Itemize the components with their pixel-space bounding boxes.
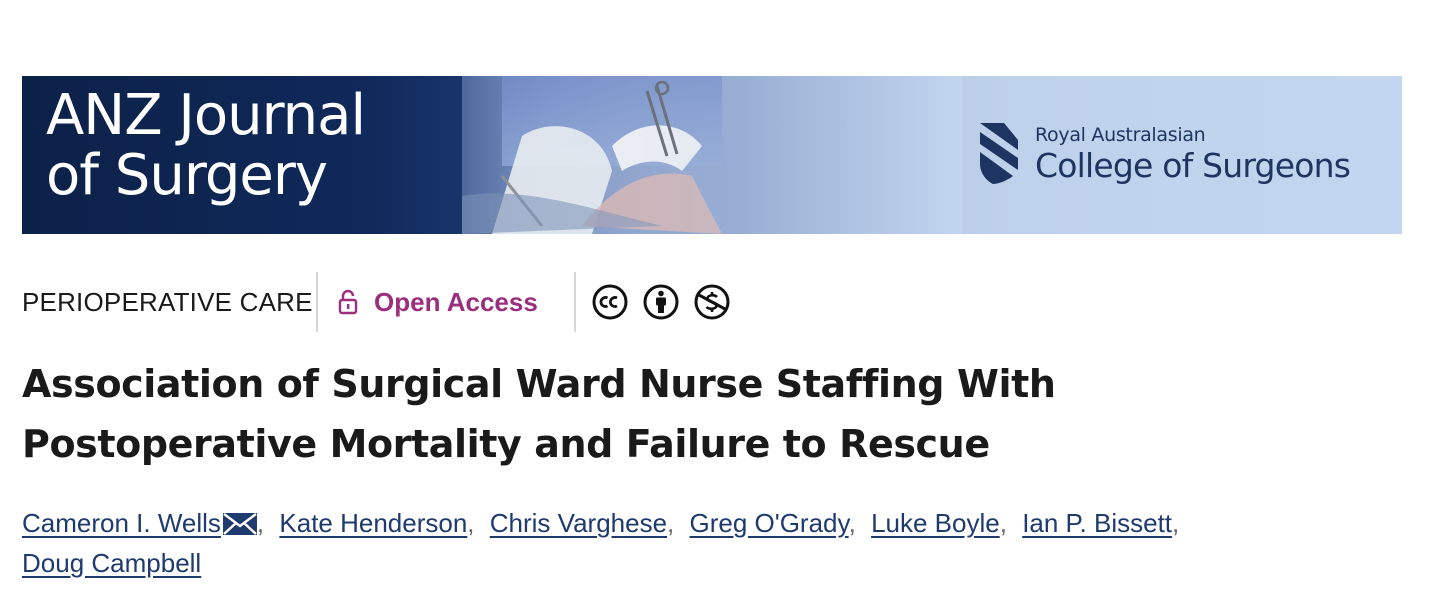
by-icon[interactable] [643, 284, 679, 320]
divider [316, 272, 318, 332]
open-lock-icon [338, 289, 358, 315]
author-separator: , [848, 508, 856, 538]
open-access-label: Open Access [374, 287, 538, 317]
cc-icon[interactable] [592, 284, 628, 320]
author-link[interactable]: Doug Campbell [22, 548, 201, 578]
author-separator: , [256, 508, 265, 538]
article-meta-row: PERIOPERATIVE CARE Open Access [22, 272, 782, 332]
author-link[interactable]: Ian P. Bissett [1022, 508, 1172, 538]
journal-title: ANZ Journal of Surgery [46, 83, 366, 208]
journal-title-line1: ANZ Journal [46, 83, 366, 148]
nc-icon[interactable] [694, 284, 730, 320]
author-separator: , [667, 508, 675, 538]
author-separator: , [1172, 508, 1180, 538]
author-link[interactable]: Kate Henderson [279, 508, 467, 538]
society-name: Royal Australasian College of Surgeons [1035, 124, 1351, 186]
article-title: Association of Surgical Ward Nurse Staff… [22, 354, 1402, 474]
surgery-photo [462, 76, 962, 234]
author-separator: , [999, 508, 1007, 538]
envelope-icon[interactable] [222, 513, 257, 535]
journal-title-line2: of Surgery [46, 143, 328, 208]
article-category[interactable]: PERIOPERATIVE CARE [22, 287, 313, 317]
author-separator: , [467, 508, 475, 538]
author-list: Cameron I. Wells , Kate Henderson, Chris… [22, 503, 1402, 583]
article-title-line2: Postoperative Mortality and Failure to R… [22, 422, 990, 466]
author-link[interactable]: Chris Varghese [490, 508, 667, 538]
author-line: Cameron I. Wells , Kate Henderson, Chris… [22, 503, 1402, 543]
author-link[interactable]: Luke Boyle [871, 508, 1000, 538]
racs-shield-icon [980, 123, 1018, 184]
journal-banner[interactable]: ANZ Journal of Surgery Royal Australasia… [22, 76, 1402, 234]
society-name-big: College of Surgeons [1035, 146, 1351, 185]
author-link[interactable]: Cameron I. Wells [22, 508, 221, 538]
society-name-small: Royal Australasian [1035, 124, 1206, 146]
article-title-line1: Association of Surgical Ward Nurse Staff… [22, 362, 1056, 406]
author-link[interactable]: Greg O'Grady [690, 508, 849, 538]
author-line: Doug Campbell [22, 543, 1402, 583]
divider [574, 272, 576, 332]
